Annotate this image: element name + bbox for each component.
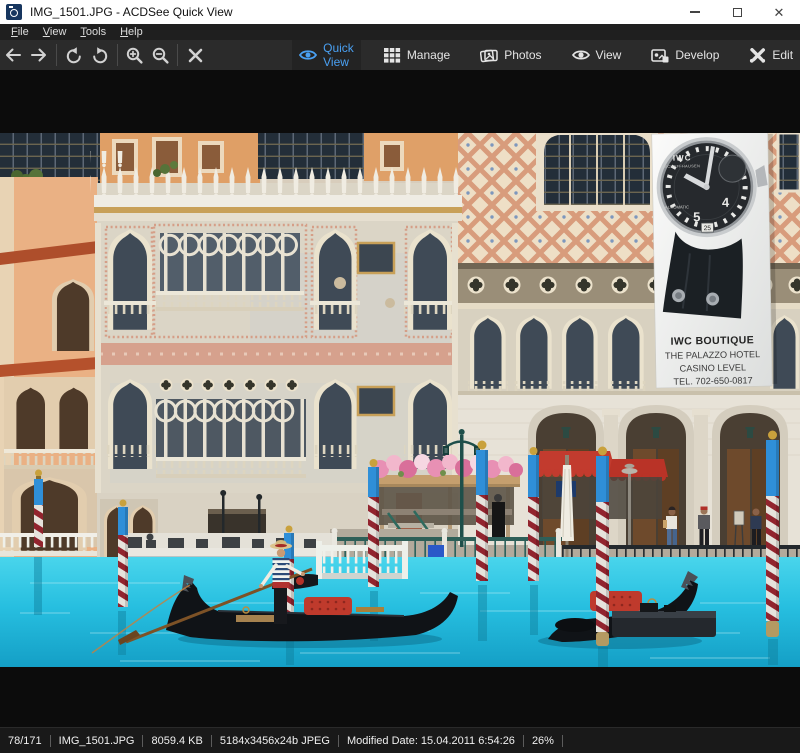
status-modified-date: Modified Date: 15.04.2011 6:54:26 bbox=[339, 735, 524, 747]
mode-tabs: Quick View Manage bbox=[292, 40, 800, 70]
status-dimensions: 5184x3456x24b JPEG bbox=[212, 735, 339, 747]
maximize-icon bbox=[733, 8, 742, 17]
forward-arrow-icon bbox=[30, 46, 48, 64]
mooring-pole bbox=[766, 431, 779, 638]
zoom-in-icon bbox=[125, 46, 144, 65]
quick-view-eye-icon bbox=[299, 47, 317, 63]
rotate-cw-icon bbox=[91, 46, 109, 64]
status-zoom-level: 26% bbox=[524, 735, 563, 747]
toolbar-separator bbox=[177, 44, 178, 66]
app-camera-icon bbox=[6, 4, 22, 20]
billboard-line-2: THE PALAZZO HOTEL bbox=[665, 349, 760, 361]
red-tufted-seat bbox=[304, 597, 352, 615]
mooring-pole bbox=[118, 500, 128, 608]
toolbar-separator bbox=[117, 44, 118, 66]
mooring-pole bbox=[34, 470, 43, 548]
zoom-out-icon bbox=[151, 46, 170, 65]
menu-file[interactable]: File bbox=[4, 26, 36, 38]
next-image-button[interactable] bbox=[27, 42, 51, 68]
zoom-in-button[interactable] bbox=[122, 42, 146, 68]
tab-develop[interactable]: Develop bbox=[644, 40, 726, 70]
tab-label: Quick View bbox=[323, 41, 354, 69]
minimize-button[interactable] bbox=[674, 0, 716, 24]
acdsee-quick-view-window: IMG_1501.JPG - ACDSee Quick View ✕ File … bbox=[0, 0, 800, 753]
status-filename: IMG_1501.JPG bbox=[51, 735, 144, 747]
close-icon: ✕ bbox=[774, 6, 785, 19]
tab-view[interactable]: View bbox=[565, 40, 629, 70]
tab-label: Develop bbox=[675, 48, 719, 62]
watch-brand-sub-text: SCHAFFHAUSEN bbox=[664, 164, 700, 169]
menu-view[interactable]: View bbox=[36, 26, 74, 38]
watch-numeral-4: 4 bbox=[722, 195, 730, 210]
menu-bar: File View Tools Help bbox=[0, 24, 800, 40]
zoom-out-button[interactable] bbox=[148, 42, 172, 68]
tab-label: Photos bbox=[504, 48, 541, 62]
photos-stack-icon bbox=[480, 48, 498, 63]
mooring-pole bbox=[596, 447, 609, 647]
close-x-icon bbox=[186, 46, 205, 65]
menu-tools[interactable]: Tools bbox=[73, 26, 113, 38]
mooring-pole bbox=[528, 447, 539, 581]
back-arrow-icon bbox=[4, 46, 22, 64]
image-viewer-area: IWC SCHAFFHAUSEN AUTOMATIC 4 5 25 IWC BO… bbox=[0, 70, 800, 727]
develop-icon bbox=[651, 48, 669, 63]
tab-edit[interactable]: Edit bbox=[742, 40, 800, 70]
minimize-icon bbox=[690, 11, 700, 13]
previous-image-button[interactable] bbox=[1, 42, 25, 68]
tab-photos[interactable]: Photos bbox=[473, 40, 548, 70]
iwc-billboard: IWC SCHAFFHAUSEN AUTOMATIC 4 5 25 IWC BO… bbox=[652, 133, 777, 388]
camera-lens-glyph bbox=[10, 9, 18, 17]
watch-brand-text: IWC bbox=[673, 153, 692, 162]
rotate-right-button[interactable] bbox=[88, 42, 112, 68]
billboard-line-3: CASINO LEVEL bbox=[680, 362, 747, 373]
watch-automatic-text: AUTOMATIC bbox=[665, 204, 689, 209]
status-image-index: 78/171 bbox=[8, 735, 51, 747]
upper-loggia bbox=[156, 233, 304, 311]
maximize-button[interactable] bbox=[716, 0, 758, 24]
billboard-line-4: TEL. 702-650-0817 bbox=[673, 375, 752, 386]
edit-tools-icon bbox=[749, 48, 766, 63]
toolbar-separator bbox=[56, 44, 57, 66]
white-balustrade-platform bbox=[316, 541, 408, 579]
tab-manage[interactable]: Manage bbox=[377, 40, 457, 70]
status-bar: 78/171 IMG_1501.JPG 8059.4 KB 5184x3456x… bbox=[0, 727, 800, 753]
camera-flash-glyph bbox=[9, 6, 13, 8]
cafe-dock-edge bbox=[118, 533, 332, 559]
view-eye-icon bbox=[572, 48, 590, 62]
close-button[interactable]: ✕ bbox=[758, 0, 800, 24]
window-controls: ✕ bbox=[674, 0, 800, 24]
rotate-ccw-icon bbox=[65, 46, 83, 64]
manage-grid-icon bbox=[384, 48, 401, 63]
status-filesize: 8059.4 KB bbox=[143, 735, 211, 747]
tab-label: View bbox=[596, 48, 622, 62]
watch-numeral-5: 5 bbox=[693, 209, 700, 224]
watch-date-text: 25 bbox=[704, 225, 712, 232]
close-viewer-button[interactable] bbox=[183, 42, 207, 68]
billboard-line-1: IWC BOUTIQUE bbox=[670, 334, 754, 347]
tab-label: Edit bbox=[772, 48, 793, 62]
tab-label: Manage bbox=[407, 48, 450, 62]
window-title: IMG_1501.JPG - ACDSee Quick View bbox=[30, 5, 233, 19]
mooring-pole bbox=[368, 459, 379, 587]
rotate-left-button[interactable] bbox=[62, 42, 86, 68]
toolbar: Quick View Manage bbox=[0, 40, 800, 70]
mooring-pole bbox=[476, 441, 488, 582]
photo-canvas-venetian-gondolas[interactable]: IWC SCHAFFHAUSEN AUTOMATIC 4 5 25 IWC BO… bbox=[0, 133, 800, 667]
tab-quick-view[interactable]: Quick View bbox=[292, 40, 361, 70]
menu-help[interactable]: Help bbox=[113, 26, 150, 38]
title-bar: IMG_1501.JPG - ACDSee Quick View ✕ bbox=[0, 0, 800, 24]
